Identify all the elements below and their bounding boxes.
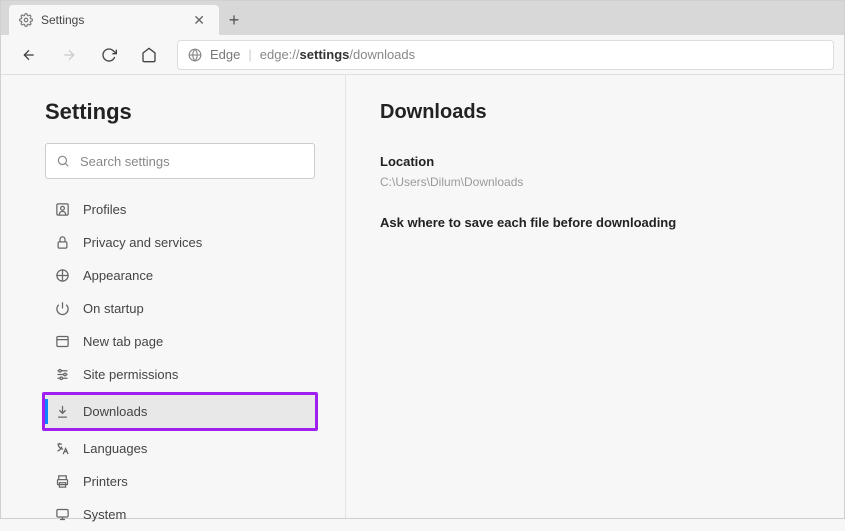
- nav-label: Languages: [83, 441, 147, 456]
- location-path: C:\Users\Dilum\Downloads: [380, 175, 810, 189]
- settings-sidebar: Settings Search settings Profiles Privac…: [1, 75, 346, 518]
- nav-label: Site permissions: [83, 367, 178, 382]
- content-area: Settings Search settings Profiles Privac…: [1, 75, 844, 518]
- download-icon: [53, 404, 71, 419]
- close-tab-button[interactable]: ✕: [189, 11, 209, 29]
- address-separator: |: [248, 47, 251, 62]
- location-label: Location: [380, 154, 810, 169]
- settings-panel: Downloads Location C:\Users\Dilum\Downlo…: [346, 75, 844, 518]
- lock-icon: [53, 235, 71, 250]
- nav-privacy[interactable]: Privacy and services: [45, 226, 315, 259]
- nav-newtab[interactable]: New tab page: [45, 325, 315, 358]
- gear-icon: [19, 13, 33, 27]
- address-bar[interactable]: Edge | edge://settings/downloads: [177, 40, 834, 70]
- settings-nav: Profiles Privacy and services Appearance…: [45, 193, 315, 531]
- nav-label: Downloads: [83, 404, 147, 419]
- printer-icon: [53, 474, 71, 489]
- page-title: Settings: [45, 99, 315, 125]
- tab-title: Settings: [41, 13, 84, 27]
- nav-label: Profiles: [83, 202, 126, 217]
- new-tab-button[interactable]: +: [219, 5, 249, 35]
- address-url: edge://settings/downloads: [260, 47, 415, 62]
- nav-startup[interactable]: On startup: [45, 292, 315, 325]
- search-input[interactable]: Search settings: [45, 143, 315, 179]
- nav-label: On startup: [83, 301, 144, 316]
- nav-downloads[interactable]: Downloads: [45, 395, 315, 428]
- nav-languages[interactable]: Languages: [45, 432, 315, 465]
- address-source: Edge: [210, 47, 240, 62]
- language-icon: [53, 441, 71, 456]
- search-placeholder: Search settings: [80, 154, 170, 169]
- back-button[interactable]: [11, 39, 47, 71]
- nav-profiles[interactable]: Profiles: [45, 193, 315, 226]
- window-icon: [53, 334, 71, 349]
- nav-printers[interactable]: Printers: [45, 465, 315, 498]
- toolbar: Edge | edge://settings/downloads: [1, 35, 844, 75]
- profile-icon: [53, 202, 71, 217]
- system-icon: [53, 507, 71, 522]
- forward-button[interactable]: [51, 39, 87, 71]
- highlight-annotation: Downloads: [42, 392, 318, 431]
- nav-label: Printers: [83, 474, 128, 489]
- refresh-button[interactable]: [91, 39, 127, 71]
- nav-label: New tab page: [83, 334, 163, 349]
- nav-system[interactable]: System: [45, 498, 315, 531]
- tab-bar: Settings ✕ +: [1, 1, 844, 35]
- power-icon: [53, 301, 71, 316]
- nav-label: Appearance: [83, 268, 153, 283]
- browser-tab[interactable]: Settings ✕: [9, 5, 219, 35]
- nav-label: System: [83, 507, 126, 522]
- appearance-icon: [53, 268, 71, 283]
- nav-label: Privacy and services: [83, 235, 202, 250]
- panel-title: Downloads: [380, 101, 810, 124]
- search-icon: [56, 154, 70, 168]
- globe-icon: [188, 48, 202, 62]
- nav-appearance[interactable]: Appearance: [45, 259, 315, 292]
- home-button[interactable]: [131, 39, 167, 71]
- nav-permissions[interactable]: Site permissions: [45, 358, 315, 391]
- sliders-icon: [53, 367, 71, 382]
- ask-where-label: Ask where to save each file before downl…: [380, 215, 810, 230]
